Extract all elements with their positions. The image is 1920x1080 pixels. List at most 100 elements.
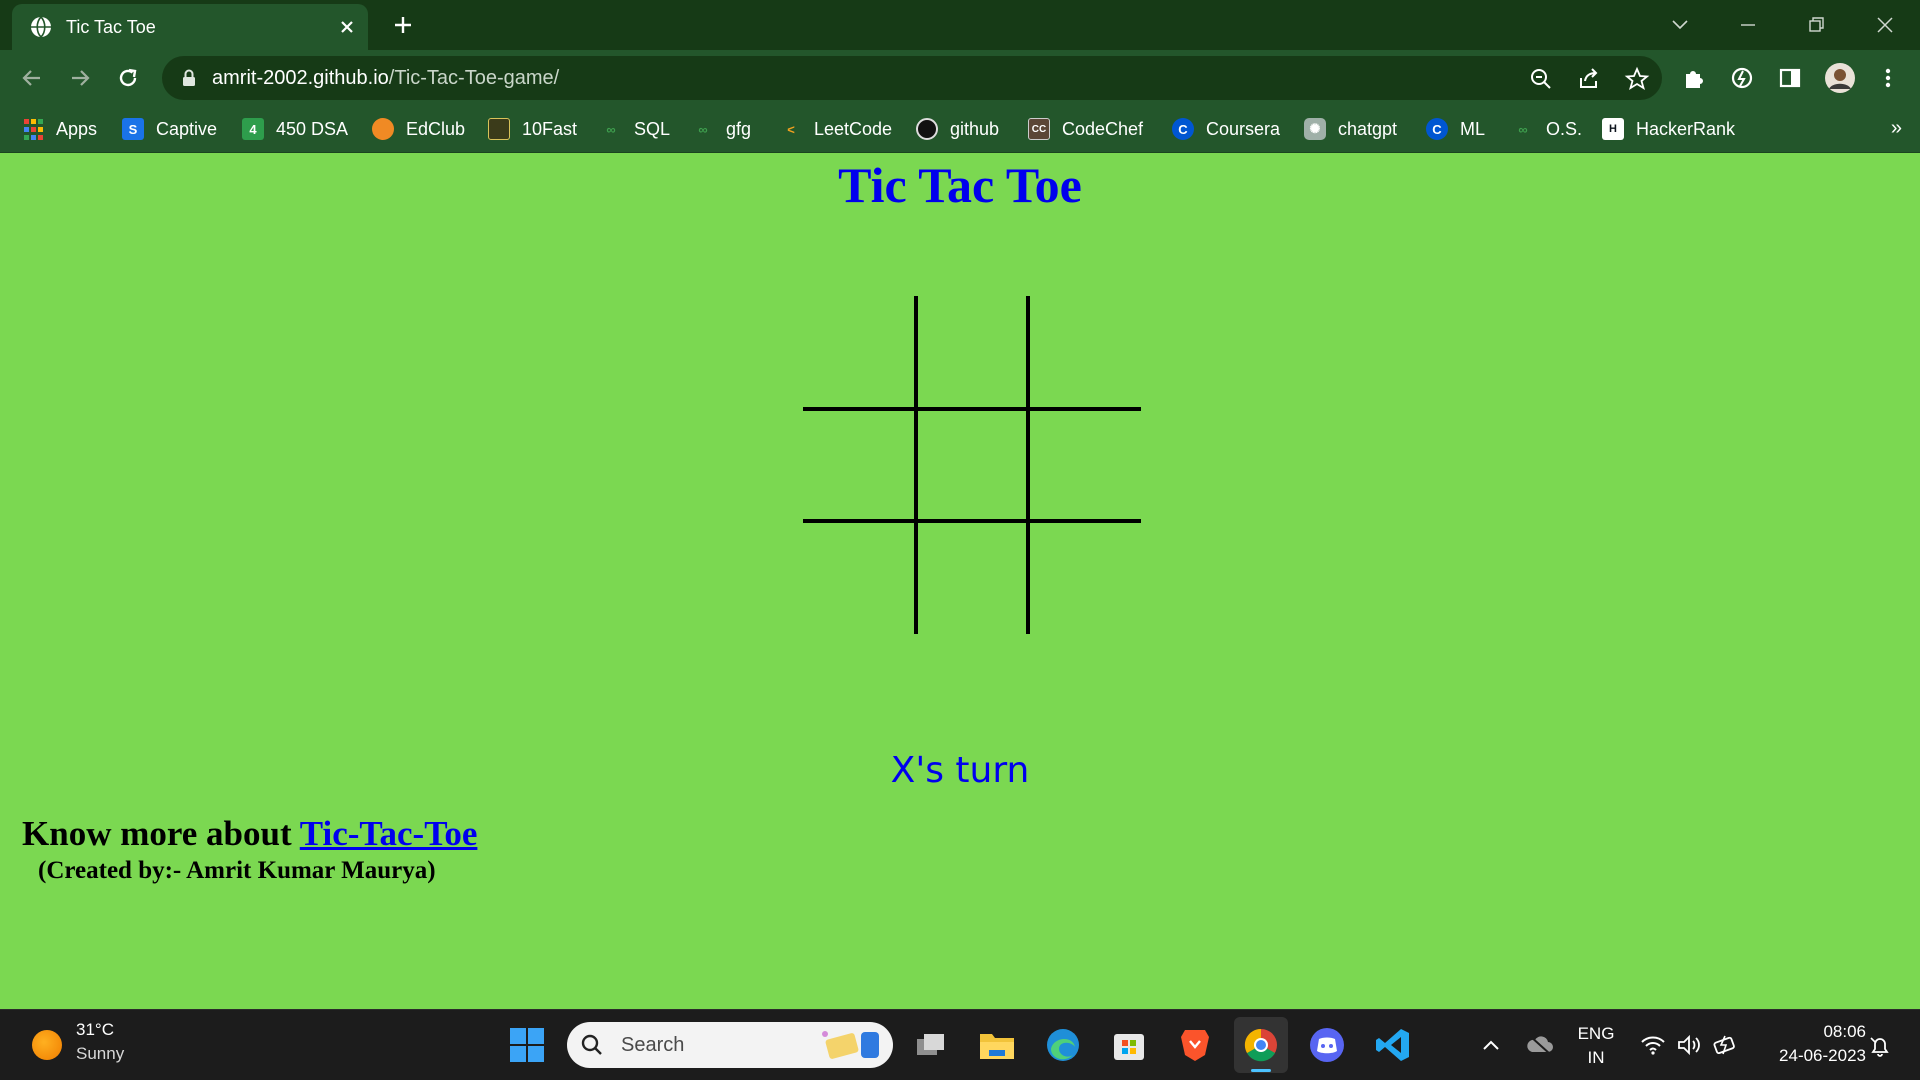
side-panel-icon[interactable] (1776, 64, 1804, 92)
grid-line-horizontal-1 (803, 407, 1141, 411)
bookmark-os[interactable]: ∞ O.S. (1512, 116, 1582, 142)
board-cell-6[interactable] (1029, 409, 1141, 521)
volume-icon[interactable] (1676, 1034, 1702, 1056)
tic-tac-toe-link[interactable]: Tic-Tac-Toe (300, 814, 478, 853)
github-icon (916, 118, 938, 140)
turn-indicator: X's turn (890, 750, 1030, 791)
taskbar-search-box[interactable]: Search (567, 1022, 893, 1068)
close-tab-icon[interactable] (334, 14, 360, 40)
lock-icon[interactable] (180, 68, 198, 88)
profile-avatar-icon[interactable] (1824, 62, 1856, 94)
board-cell-2[interactable] (916, 296, 1028, 408)
minimize-icon[interactable] (1733, 10, 1763, 40)
weather-condition[interactable]: Sunny (76, 1044, 124, 1064)
credit-text: (Created by:- Amrit Kumar Maurya) (38, 857, 436, 884)
wifi-icon[interactable] (1640, 1034, 1666, 1056)
sun-weather-icon[interactable] (32, 1030, 62, 1060)
coursera-icon: C (1426, 118, 1448, 140)
coursera-icon: C (1172, 118, 1194, 140)
browser-tab-strip: Tic Tac Toe (0, 0, 1920, 50)
board-cell-9[interactable] (1029, 522, 1141, 634)
bookmark-codechef[interactable]: CC CodeChef (1028, 116, 1143, 142)
battery-charging-icon[interactable] (1712, 1034, 1740, 1056)
bookmark-chatgpt[interactable]: ✺ chatgpt (1304, 116, 1397, 142)
menu-kebab-icon[interactable] (1874, 64, 1902, 92)
performance-icon[interactable] (1728, 64, 1756, 92)
bookmark-leetcode[interactable]: < LeetCode (780, 116, 892, 142)
microsoft-store-icon[interactable] (1108, 1024, 1150, 1066)
clock-date[interactable]: 24-06-2023 (1756, 1046, 1866, 1066)
grid-line-vertical-1 (914, 296, 918, 634)
show-hidden-icons-chevron-icon[interactable] (1480, 1034, 1502, 1056)
clock-time[interactable]: 08:06 (1756, 1022, 1866, 1042)
bookmark-hackerrank[interactable]: H HackerRank (1602, 116, 1735, 142)
bookmarks-bar: Apps S Captive 4 450 DSA EdClub 10Fast ∞… (0, 106, 1920, 153)
edclub-icon (372, 118, 394, 140)
extensions-puzzle-icon[interactable] (1680, 64, 1708, 92)
browser-toolbar: amrit-2002.github.io/Tic-Tac-Toe-game/ (0, 50, 1920, 106)
bookmark-sql[interactable]: ∞ SQL (600, 116, 670, 142)
game-title: Tic Tac Toe (838, 157, 1082, 213)
browser-tab[interactable]: Tic Tac Toe (12, 4, 368, 50)
bookmark-label: HackerRank (1636, 118, 1736, 139)
bookmark-github[interactable]: github (916, 116, 999, 142)
file-explorer-icon[interactable] (976, 1024, 1018, 1066)
board-cell-1[interactable] (803, 296, 915, 408)
bookmark-ml[interactable]: C ML (1426, 116, 1485, 142)
board-cell-8[interactable] (916, 522, 1028, 634)
forward-arrow-icon[interactable] (66, 64, 94, 92)
zoom-out-icon[interactable] (1528, 66, 1554, 92)
bookmark-gfg[interactable]: ∞ gfg (692, 116, 751, 142)
bookmark-star-icon[interactable] (1624, 66, 1650, 92)
brave-browser-icon[interactable] (1174, 1024, 1216, 1066)
grid-line-horizontal-2 (803, 519, 1141, 523)
more-bookmarks-chevron-icon[interactable]: » (1891, 117, 1902, 140)
board-cell-5[interactable] (916, 409, 1028, 521)
page-content: Tic Tac Toe X's turn Know more about Tic… (0, 154, 1920, 1009)
tab-search-chevron-icon[interactable] (1665, 10, 1695, 40)
dsa-icon: 4 (242, 118, 264, 140)
board-cell-7[interactable] (803, 522, 915, 634)
hackerrank-icon: H (1602, 118, 1624, 140)
bookmark-label: chatgpt (1338, 118, 1398, 139)
bookmark-10fast[interactable]: 10Fast (488, 116, 577, 142)
bookmark-label: Apps (56, 118, 98, 139)
close-window-icon[interactable] (1870, 10, 1900, 40)
weather-temperature[interactable]: 31°C (76, 1020, 114, 1040)
notification-bell-icon[interactable] (1868, 1034, 1892, 1058)
address-bar[interactable]: amrit-2002.github.io/Tic-Tac-Toe-game/ (162, 56, 1662, 100)
chrome-browser-icon[interactable] (1234, 1017, 1288, 1073)
url-path: /Tic-Tac-Toe-game/ (388, 67, 560, 89)
globe-icon (31, 16, 51, 38)
task-view-icon[interactable] (910, 1024, 952, 1066)
tic-tac-toe-board (803, 296, 1141, 634)
language-primary[interactable]: ENG (1576, 1024, 1616, 1044)
share-icon[interactable] (1576, 66, 1602, 92)
board-cell-4[interactable] (803, 409, 915, 521)
search-icon (581, 1034, 602, 1055)
discord-icon[interactable] (1306, 1024, 1348, 1066)
bookmark-edclub[interactable]: EdClub (372, 116, 465, 142)
bookmark-label: Captive (156, 118, 218, 139)
bookmark-apps[interactable]: Apps (22, 116, 97, 142)
gfg-icon: ∞ (606, 121, 616, 137)
back-arrow-icon[interactable] (18, 64, 46, 92)
captive-icon: S (122, 118, 144, 140)
vscode-icon[interactable] (1372, 1024, 1414, 1066)
bookmark-captive[interactable]: S Captive (122, 116, 217, 142)
bookmark-label: SQL (634, 118, 671, 139)
windows-start-icon[interactable] (506, 1024, 548, 1066)
new-tab-icon[interactable] (390, 12, 416, 38)
edge-browser-icon[interactable] (1042, 1024, 1084, 1066)
board-cell-3[interactable] (1029, 296, 1141, 408)
bookmark-label: 450 DSA (276, 118, 349, 139)
url-text: amrit-2002.github.io/Tic-Tac-Toe-game/ (212, 67, 559, 90)
bookmark-coursera[interactable]: C Coursera (1172, 116, 1280, 142)
restore-icon[interactable] (1801, 10, 1831, 40)
language-secondary[interactable]: IN (1576, 1048, 1616, 1068)
reload-icon[interactable] (114, 64, 142, 92)
apps-grid-icon (22, 118, 44, 140)
onedrive-cloud-icon[interactable] (1526, 1032, 1554, 1056)
chatgpt-icon: ✺ (1304, 118, 1326, 140)
bookmark-450-dsa[interactable]: 4 450 DSA (242, 116, 348, 142)
